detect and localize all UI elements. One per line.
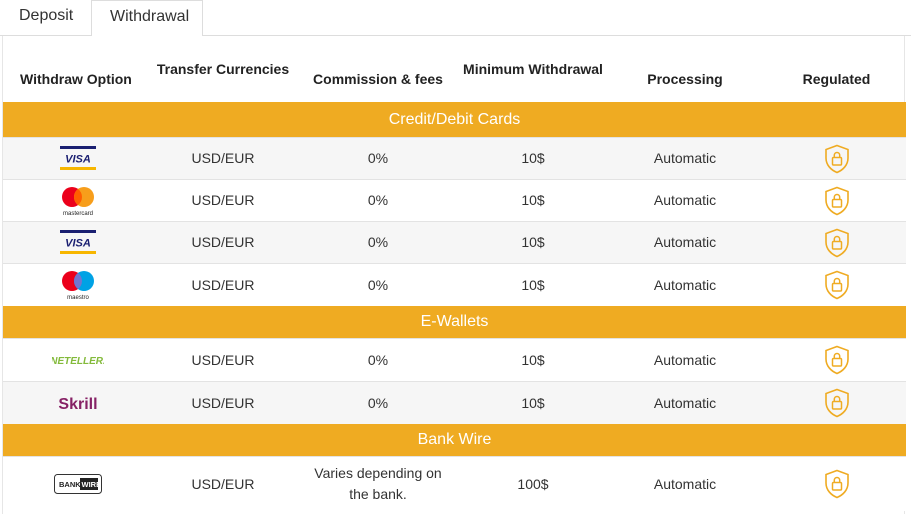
processing-cell: Automatic	[653, 276, 717, 293]
header-processing: Processing	[647, 70, 723, 87]
minimum-cell: 10$	[521, 276, 545, 293]
processing-cell: Automatic	[653, 394, 717, 411]
svg-text:NETELLER.: NETELLER.	[52, 356, 104, 367]
processing-cell: Automatic	[653, 234, 717, 250]
minimum-cell: 10$	[521, 192, 545, 208]
table-row: VISA USD/EUR 0% 10$ Automatic	[3, 221, 906, 263]
header-withdraw-option: Withdraw Option	[20, 70, 132, 87]
commission-cell: 0%	[367, 192, 389, 208]
tab-withdrawal[interactable]: Withdrawal	[91, 0, 203, 36]
minimum-cell: 10$	[521, 394, 545, 411]
lock-shield-icon	[767, 264, 906, 306]
currency-cell: USD/EUR	[191, 351, 255, 368]
currency-cell: USD/EUR	[191, 192, 255, 208]
header-minimum-withdrawal: Minimum Withdrawal	[463, 60, 603, 77]
svg-text:Skrill: Skrill	[58, 396, 97, 413]
header-regulated: Regulated	[802, 70, 871, 87]
header-commission: Commission & fees	[313, 70, 443, 87]
withdrawal-table: Withdraw Option Transfer Currencies Comm…	[2, 36, 906, 514]
table-row: VISA USD/EUR 0% 10$ Automatic	[3, 137, 906, 179]
table-row: mastercard USD/EUR 0% 10$ Automatic	[3, 179, 906, 221]
section-bank-wire: Bank Wire	[3, 424, 906, 456]
lock-shield-icon	[767, 180, 906, 221]
commission-cell: 0%	[367, 276, 389, 293]
minimum-cell: 10$	[521, 234, 545, 250]
table-row: maestro USD/EUR 0% 10$ Automatic	[3, 263, 906, 306]
minimum-cell: 10$	[521, 150, 545, 166]
lock-shield-icon	[767, 138, 906, 179]
processing-cell: Automatic	[653, 192, 717, 208]
mastercard-logo: mastercard	[3, 180, 153, 221]
tab-deposit[interactable]: Deposit	[1, 0, 91, 36]
lock-shield-icon	[767, 222, 906, 263]
table-row: BANK WIRE USD/EUR Varies depending on th…	[3, 456, 906, 511]
skrill-logo: Skrill	[3, 382, 153, 424]
commission-cell: 0%	[367, 351, 389, 368]
svg-text:mastercard: mastercard	[63, 211, 93, 217]
currency-cell: USD/EUR	[191, 475, 255, 492]
minimum-cell: 10$	[521, 351, 545, 368]
currency-cell: USD/EUR	[191, 394, 255, 411]
commission-cell: 0%	[367, 150, 389, 166]
currency-cell: USD/EUR	[191, 150, 255, 166]
svg-text:WIRE: WIRE	[82, 480, 102, 489]
section-e-wallets: E-Wallets	[3, 306, 906, 338]
commission-cell: Varies depending on the bank.	[314, 465, 442, 502]
currency-cell: USD/EUR	[191, 276, 255, 293]
commission-cell: 0%	[367, 234, 389, 250]
minimum-cell: 100$	[517, 475, 549, 492]
svg-text:VISA: VISA	[65, 153, 91, 165]
table-header: Withdraw Option Transfer Currencies Comm…	[3, 36, 906, 102]
lock-shield-icon	[767, 382, 906, 424]
neteller-logo: NETELLER.	[3, 339, 153, 381]
visa-logo: VISA	[3, 138, 153, 179]
tab-bar: Deposit Withdrawal	[0, 0, 911, 36]
table-row: NETELLER. USD/EUR 0% 10$ Automatic	[3, 338, 906, 381]
visa-logo: VISA	[3, 222, 153, 263]
processing-cell: Automatic	[653, 150, 717, 166]
svg-text:maestro: maestro	[67, 295, 89, 301]
bankwire-logo: BANK WIRE	[3, 457, 153, 511]
svg-text:VISA: VISA	[65, 237, 91, 249]
lock-shield-icon	[767, 457, 906, 511]
processing-cell: Automatic	[653, 475, 717, 492]
table-row: Skrill USD/EUR 0% 10$ Automatic	[3, 381, 906, 424]
commission-cell: 0%	[367, 394, 389, 411]
section-credit-debit-cards: Credit/Debit Cards	[3, 102, 906, 137]
maestro-logo: maestro	[3, 264, 153, 306]
currency-cell: USD/EUR	[191, 234, 255, 250]
processing-cell: Automatic	[653, 351, 717, 368]
svg-text:BANK: BANK	[59, 480, 81, 489]
lock-shield-icon	[767, 339, 906, 381]
header-transfer-currencies: Transfer Currencies	[156, 60, 290, 77]
